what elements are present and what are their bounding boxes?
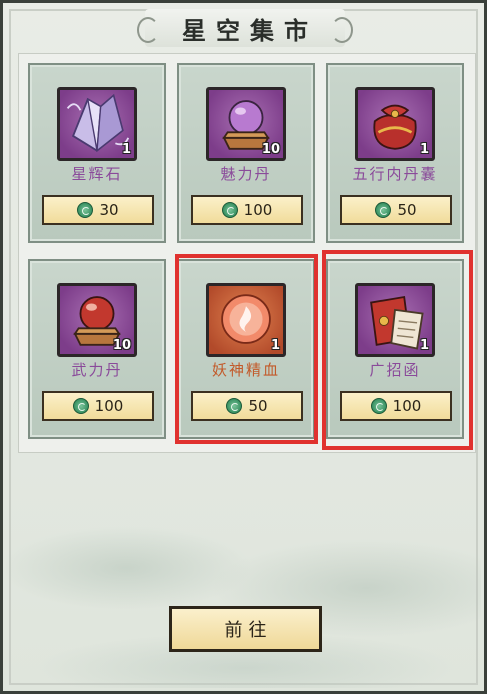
item-price: 100 xyxy=(243,201,273,219)
item-card-charm-pill[interactable]: 10 魅力丹 100 xyxy=(177,63,315,243)
item-card-star-stone[interactable]: 1 星辉石 30 xyxy=(28,63,166,243)
item-price: 50 xyxy=(248,397,268,415)
item-icon-frame: 10 xyxy=(206,87,286,161)
item-card-five-elements-pouch[interactable]: 1 五行内丹囊 50 xyxy=(326,63,464,243)
jade-coin-icon xyxy=(375,202,392,218)
item-quantity: 10 xyxy=(112,338,131,353)
item-name: 广招函 xyxy=(369,361,421,379)
item-price: 50 xyxy=(397,201,417,219)
item-name: 星辉石 xyxy=(71,165,123,183)
jade-coin-icon xyxy=(72,398,89,414)
item-icon-frame: 1 xyxy=(57,87,137,161)
item-card-force-pill[interactable]: 10 武力丹 100 xyxy=(28,259,166,439)
market-window: 星空集市 1 星辉石 30 10 魅力丹 100 1 五行内丹囊 50 10 武… xyxy=(0,0,487,694)
title-banner: 星空集市 xyxy=(137,9,353,47)
item-quantity: 1 xyxy=(121,142,131,157)
item-price: 100 xyxy=(392,397,422,415)
item-icon-frame: 1 xyxy=(355,87,435,161)
item-card-demon-god-blood[interactable]: 1 妖神精血 50 xyxy=(177,259,315,439)
jade-coin-icon xyxy=(370,398,387,414)
item-icon-frame: 1 xyxy=(355,283,435,357)
buy-button[interactable]: 30 xyxy=(42,195,154,225)
item-name: 五行内丹囊 xyxy=(352,165,438,183)
item-card-recruitment-letter[interactable]: 1 广招函 100 xyxy=(326,259,464,439)
buy-button[interactable]: 100 xyxy=(191,195,303,225)
jade-coin-icon xyxy=(77,202,94,218)
item-name: 妖神精血 xyxy=(211,361,280,379)
item-quantity: 10 xyxy=(261,142,280,157)
item-price: 100 xyxy=(94,397,124,415)
item-icon-frame: 10 xyxy=(57,283,137,357)
item-quantity: 1 xyxy=(270,338,280,353)
item-quantity: 1 xyxy=(419,338,429,353)
buy-button[interactable]: 100 xyxy=(42,391,154,421)
buy-button[interactable]: 50 xyxy=(191,391,303,421)
buy-button[interactable]: 50 xyxy=(340,195,452,225)
go-button-label: 前往 xyxy=(224,620,273,641)
item-price: 30 xyxy=(99,201,119,219)
item-name: 魅力丹 xyxy=(220,165,272,183)
buy-button[interactable]: 100 xyxy=(340,391,452,421)
item-icon-frame: 1 xyxy=(206,283,286,357)
page-title: 星空集市 xyxy=(182,15,318,45)
item-name: 武力丹 xyxy=(71,361,123,379)
item-quantity: 1 xyxy=(419,142,429,157)
jade-coin-icon xyxy=(226,398,243,414)
jade-coin-icon xyxy=(221,202,238,218)
go-button[interactable]: 前往 xyxy=(169,606,322,652)
